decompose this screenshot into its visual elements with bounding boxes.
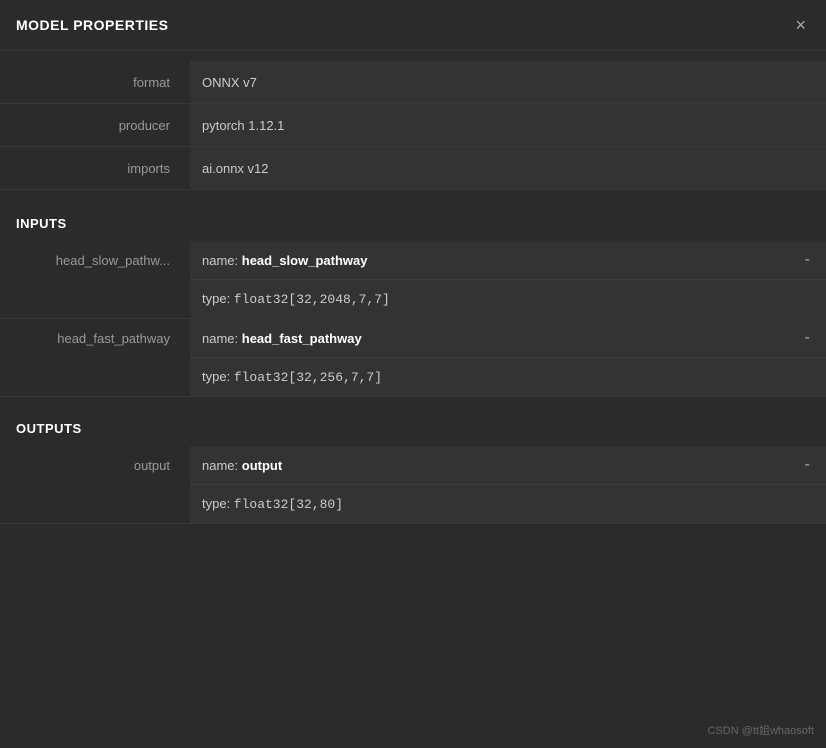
format-label: format: [0, 75, 190, 90]
input-slow-label: head_slow_pathw...: [0, 241, 190, 268]
input-item-slow: head_slow_pathw... name: head_slow_pathw…: [0, 241, 826, 319]
input-fast-label: head_fast_pathway: [0, 319, 190, 346]
format-row: format ONNX v7: [0, 61, 826, 104]
output-name-row: name: output -: [190, 446, 826, 485]
output-type-row: type: float32[32,80]: [190, 485, 826, 523]
input-fast-type: type: float32[32,256,7,7]: [202, 369, 382, 385]
input-slow-name-row: name: head_slow_pathway -: [190, 241, 826, 280]
imports-value: ai.onnx v12: [190, 147, 826, 189]
input-slow-type: type: float32[32,2048,7,7]: [202, 291, 390, 307]
input-fast-collapse[interactable]: -: [801, 329, 814, 347]
model-properties-dialog: MODEL PROPERTIES × format ONNX v7 produc…: [0, 0, 826, 748]
format-value: ONNX v7: [190, 61, 826, 103]
watermark: CSDN @tt姐whaosoft: [707, 722, 814, 738]
output-collapse[interactable]: -: [801, 456, 814, 474]
input-item-fast: head_fast_pathway name: head_fast_pathwa…: [0, 319, 826, 397]
output-details: name: output - type: float32[32,80]: [190, 446, 826, 523]
output-type: type: float32[32,80]: [202, 496, 343, 512]
imports-label: imports: [0, 161, 190, 176]
input-slow-details: name: head_slow_pathway - type: float32[…: [190, 241, 826, 318]
producer-row: producer pytorch 1.12.1: [0, 104, 826, 147]
producer-label: producer: [0, 118, 190, 133]
dialog-content: format ONNX v7 producer pytorch 1.12.1 i…: [0, 51, 826, 748]
input-fast-name-row: name: head_fast_pathway -: [190, 319, 826, 358]
input-fast-details: name: head_fast_pathway - type: float32[…: [190, 319, 826, 396]
input-slow-name: name: head_slow_pathway: [202, 253, 367, 268]
producer-value: pytorch 1.12.1: [190, 104, 826, 146]
output-name: name: output: [202, 458, 282, 473]
input-slow-type-row: type: float32[32,2048,7,7]: [190, 280, 826, 318]
output-label: output: [0, 446, 190, 473]
close-button[interactable]: ×: [791, 14, 810, 36]
dialog-title: MODEL PROPERTIES: [16, 17, 168, 33]
outputs-section-header: OUTPUTS: [0, 405, 826, 446]
inputs-section-header: INPUTS: [0, 200, 826, 241]
imports-row: imports ai.onnx v12: [0, 147, 826, 190]
input-fast-type-row: type: float32[32,256,7,7]: [190, 358, 826, 396]
properties-section: format ONNX v7 producer pytorch 1.12.1 i…: [0, 51, 826, 200]
dialog-header: MODEL PROPERTIES ×: [0, 0, 826, 51]
input-fast-name: name: head_fast_pathway: [202, 331, 362, 346]
output-item: output name: output - type: float32[32,8…: [0, 446, 826, 524]
input-slow-collapse[interactable]: -: [801, 251, 814, 269]
